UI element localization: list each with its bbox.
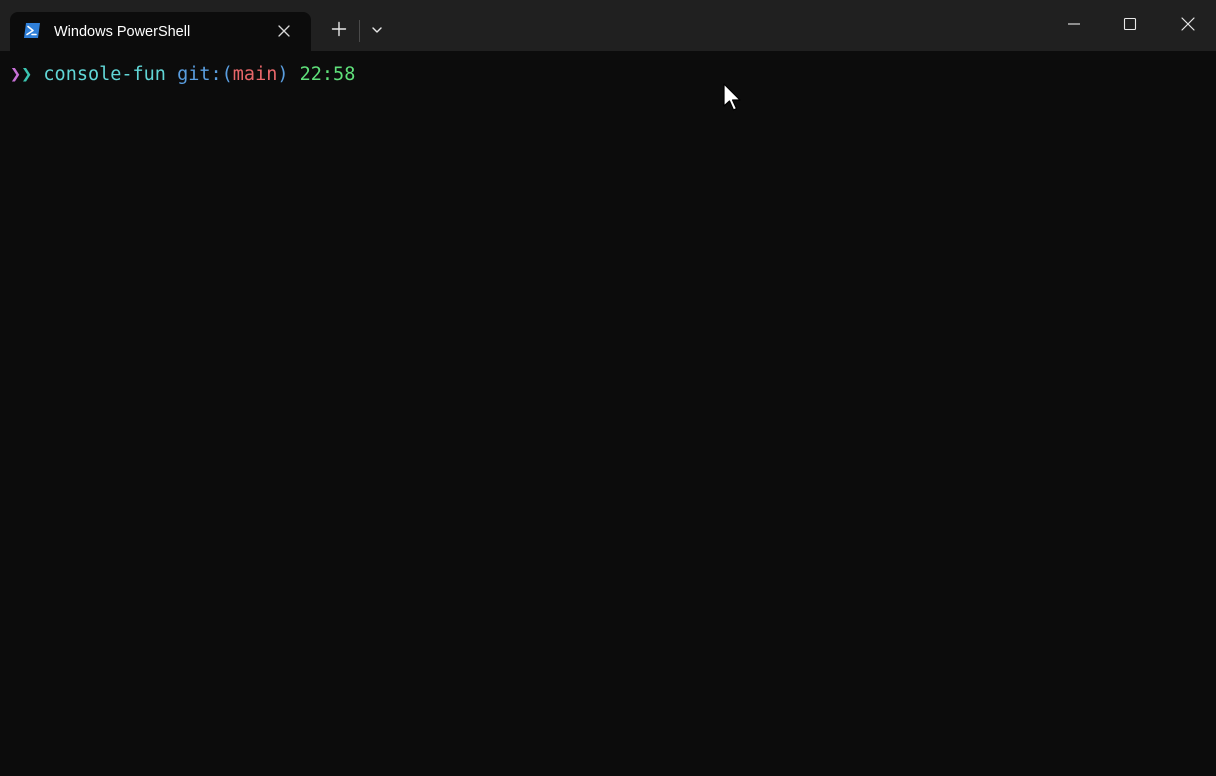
chevron-down-icon: [370, 22, 384, 41]
prompt-time: 22:58: [299, 64, 356, 85]
prompt-git-suffix: ): [277, 64, 289, 85]
minimize-button[interactable]: [1046, 0, 1102, 51]
prompt-git-prefix: git:(: [177, 64, 233, 85]
tab-title: Windows PowerShell: [54, 24, 191, 40]
title-bar: Windows PowerShell: [0, 0, 1216, 51]
prompt-git-branch: main: [232, 64, 278, 85]
close-icon: [1180, 16, 1196, 36]
new-tab-button[interactable]: [325, 17, 353, 45]
mouse-pointer-icon: [722, 83, 744, 113]
prompt-chevron-1: ❯: [10, 64, 22, 85]
minimize-icon: [1067, 16, 1081, 35]
tab-separator: [359, 20, 360, 42]
terminal-area[interactable]: ❯❯ console-fun git:(main) 22:58: [0, 51, 1216, 776]
terminal-window: Windows PowerShell ❯❯ console-fun git:(m…: [0, 0, 1216, 776]
prompt-chevron-2: ❯: [21, 64, 33, 85]
tab-dropdown-button[interactable]: [364, 17, 390, 45]
prompt-line: ❯❯ console-fun git:(main) 22:58: [10, 63, 355, 87]
window-close-button[interactable]: [1160, 0, 1216, 51]
prompt-directory: console-fun: [43, 64, 166, 85]
maximize-icon: [1123, 16, 1137, 35]
close-tab-icon[interactable]: [276, 23, 292, 39]
powershell-icon: [23, 22, 41, 39]
maximize-button[interactable]: [1102, 0, 1158, 51]
tab-windows-powershell[interactable]: Windows PowerShell: [10, 12, 311, 51]
plus-icon: [331, 21, 347, 41]
